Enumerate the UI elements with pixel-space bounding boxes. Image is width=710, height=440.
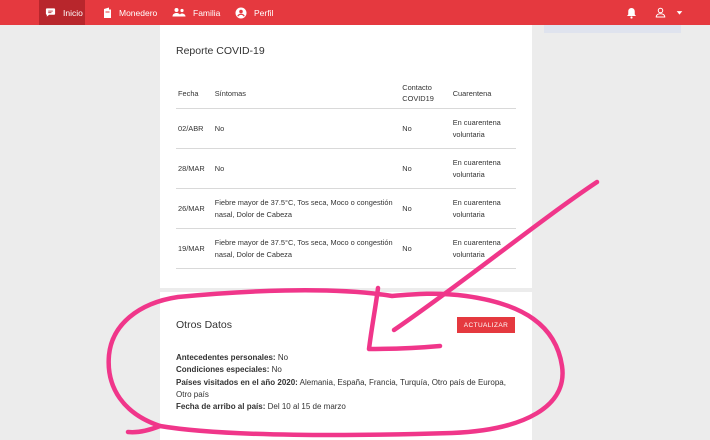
bell-icon <box>627 7 636 19</box>
nav-label-perfil: Perfil <box>254 7 274 18</box>
table-row: 26/MAR Fiebre mayor de 37.5°C, Tos seca,… <box>176 188 516 229</box>
covid-report-title: Reporte COVID-19 <box>176 45 265 57</box>
cell-fecha: 02/ABR <box>176 108 213 149</box>
table-header-row: Fecha Síntomas Contacto COVID19 Cuarente… <box>176 78 516 109</box>
cell-fecha: 26/MAR <box>176 188 213 229</box>
covid-report-card: Reporte COVID-19 Fecha Síntomas Contacto… <box>160 25 532 288</box>
user-icon <box>655 7 666 18</box>
column-header-fecha: Fecha <box>176 78 213 109</box>
nav-item-familia[interactable]: Familia <box>172 0 220 25</box>
column-header-sintomas: Síntomas <box>212 78 401 109</box>
cell-fecha: 28/MAR <box>176 148 213 189</box>
otros-datos-title: Otros Datos <box>176 319 233 331</box>
otros-datos-info: Antecedentes personales: No Condiciones … <box>176 352 516 413</box>
top-navbar: Inicio Monedero Familia Perfil <box>0 0 710 25</box>
people-icon <box>172 8 186 17</box>
nav-label-inicio: Inicio <box>63 7 83 18</box>
actualizar-button[interactable]: ACTUALIZAR <box>457 317 515 333</box>
cell-fecha: 19/MAR <box>176 228 213 269</box>
cell-cuarentena: En cuarentena voluntaria <box>450 188 516 229</box>
account-circle-icon <box>235 7 247 18</box>
cell-contacto: No <box>400 108 451 149</box>
paises-row: Países visitados en el año 2020: Alemani… <box>176 377 516 402</box>
covid-report-table: Fecha Síntomas Contacto COVID19 Cuarente… <box>176 78 516 269</box>
wallet-icon <box>104 7 111 18</box>
cell-contacto: No <box>400 188 451 229</box>
nav-label-familia: Familia <box>193 7 221 18</box>
nav-label-monedero: Monedero <box>119 7 158 18</box>
fecha-arribo-value: Del 10 al 15 de marzo <box>267 402 346 412</box>
cell-cuarentena: En cuarentena voluntaria <box>450 148 516 189</box>
cell-sintomas: Fiebre mayor de 37.5°C, Tos seca, Moco o… <box>212 188 401 229</box>
condiciones-label: Condiciones especiales: <box>176 365 270 375</box>
notifications-button[interactable] <box>626 0 644 25</box>
table-row: 02/ABR No No En cuarentena voluntaria <box>176 108 516 149</box>
cell-sintomas: Fiebre mayor de 37.5°C, Tos seca, Moco o… <box>212 228 401 269</box>
fecha-arribo-row: Fecha de arribo al país: Del 10 al 15 de… <box>176 401 516 413</box>
right-side-panel <box>544 25 681 33</box>
cell-sintomas: No <box>212 108 401 149</box>
fecha-arribo-label: Fecha de arribo al país: <box>176 402 266 412</box>
cell-contacto: No <box>400 148 451 189</box>
cell-cuarentena: En cuarentena voluntaria <box>450 228 516 269</box>
otros-datos-card: Otros Datos ACTUALIZAR Antecedentes pers… <box>160 292 532 440</box>
paises-label: Países visitados en el año 2020: <box>176 377 298 387</box>
caret-down-icon <box>676 11 683 15</box>
antecedentes-row: Antecedentes personales: No <box>176 352 516 364</box>
column-header-contacto: Contacto COVID19 <box>400 78 451 109</box>
antecedentes-value: No <box>277 353 289 362</box>
user-menu-button[interactable] <box>655 0 690 25</box>
nav-item-inicio[interactable]: Inicio <box>39 0 85 25</box>
condiciones-row: Condiciones especiales: No <box>176 364 516 376</box>
antecedentes-label: Antecedentes personales: <box>176 353 276 362</box>
nav-item-monedero[interactable]: Monedero <box>103 0 157 25</box>
cell-contacto: No <box>400 228 451 269</box>
cell-cuarentena: En cuarentena voluntaria <box>450 108 516 149</box>
chat-bubble-icon <box>45 8 56 17</box>
nav-item-perfil[interactable]: Perfil <box>235 0 273 25</box>
annotation-circle-tail <box>125 423 163 435</box>
cell-sintomas: No <box>212 148 401 189</box>
table-row: 28/MAR No No En cuarentena voluntaria <box>176 148 516 189</box>
column-header-cuarentena: Cuarentena <box>450 78 516 109</box>
table-row: 19/MAR Fiebre mayor de 37.5°C, Tos seca,… <box>176 228 516 269</box>
condiciones-value: No <box>271 365 282 375</box>
